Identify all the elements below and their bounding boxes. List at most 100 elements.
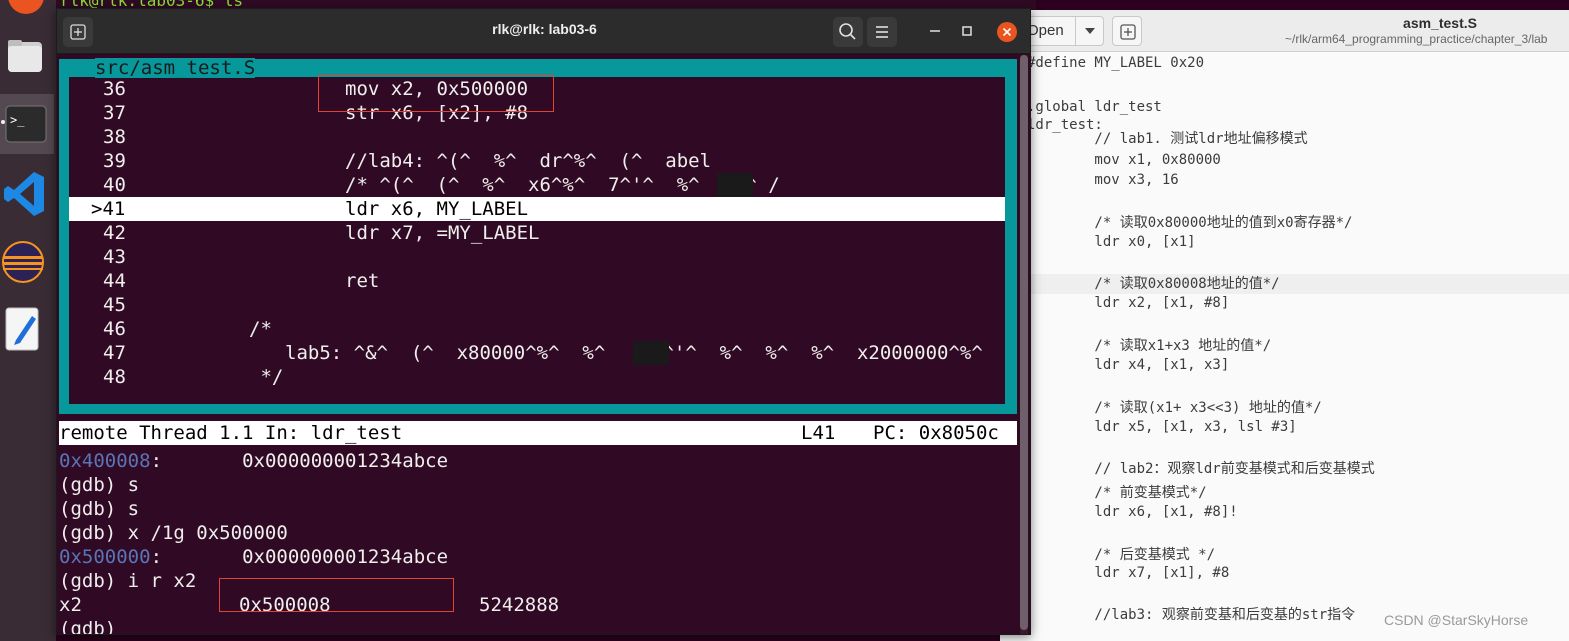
status-pc: PC: 0x8050c (873, 422, 999, 444)
search-button[interactable] (833, 17, 863, 47)
editor-line: ldr x4, [x1, x3] (1027, 357, 1230, 373)
new-tab-icon (1120, 24, 1136, 40)
console-line: x2 0x500008 5242888 (59, 593, 1017, 617)
source-line: >41 ldr x6, MY_LABEL (69, 197, 1005, 221)
open-button[interactable]: Open (1022, 16, 1104, 46)
editor-line: mov x1, 0x80000 (1027, 152, 1221, 168)
line-number: 47 (103, 342, 126, 364)
source-line: 43 (69, 245, 1005, 269)
console-line: 0x500000: 0x000000001234abce (59, 545, 1017, 569)
line-number: 46 (103, 318, 126, 340)
editor-line: /* 读取x1+x3 地址的值*/ (1027, 338, 1272, 354)
source-line: 38 (69, 125, 1005, 149)
gedit-window: Open asm_test.S ~/rlk/arm64_programming_… (1000, 10, 1569, 641)
minimize-button[interactable] (925, 21, 945, 41)
files-icon[interactable] (0, 30, 54, 90)
console-line: (gdb) s (59, 473, 1017, 497)
editor-line: ldr x7, [x1], #8 (1027, 565, 1230, 581)
source-line: 48 */ (69, 365, 1005, 389)
gedit-path: ~/rlk/arm64_programming_practice/chapter… (1285, 32, 1548, 46)
line-code: ldr x6, MY_LABEL (345, 198, 529, 220)
editor-line: // lab1. 测试ldr地址偏移模式 (1027, 131, 1308, 147)
console-line: (gdb) s (59, 497, 1017, 521)
editor-line: /* 读取0x80008地址的值*/ (1000, 274, 1569, 294)
menu-button[interactable] (867, 17, 897, 47)
redacted-block (717, 173, 753, 197)
close-button[interactable] (997, 22, 1017, 42)
console-address: 0x500000 (59, 546, 151, 568)
editor-line: ldr x6, [x1, #8]! (1027, 504, 1238, 520)
status-line: L41 (801, 422, 836, 444)
console-text: x2 (59, 594, 82, 616)
minimize-icon (930, 30, 940, 32)
line-number: 37 (103, 102, 126, 124)
terminal-window: rlk@rlk: lab03-6 36 mov x2, 0x500000 37 str… (56, 8, 1031, 635)
console-text: (gdb) (59, 618, 117, 635)
line-number: 36 (103, 78, 126, 100)
watermark: CSDN @StarSkyHorse (1384, 612, 1529, 628)
console-text: (gdb) s (59, 498, 140, 520)
source-line: 46 /* (69, 317, 1005, 341)
console-text: (gdb) x /1g 0x500000 (59, 522, 288, 544)
status-thread: remote Thread 1.1 In: ldr_test (59, 422, 403, 444)
source-listing[interactable]: 36 mov x2, 0x500000 37 str x6, [x2], #8 38 39… (69, 77, 1005, 404)
editor-line: /* 后变基模式 */ (1027, 547, 1216, 563)
console-text: (gdb) s (59, 474, 140, 496)
highlight-box-mov (318, 75, 554, 112)
source-line: 39 //lab4: ^(^ %^ dr^%^ (^ abel (69, 149, 1005, 173)
editor-line: ldr x5, [x1, x3, lsl #3] (1027, 419, 1297, 435)
line-number: 39 (103, 150, 126, 172)
editor-line: ldr x2, [x1, #8] (1027, 295, 1230, 311)
close-icon (1002, 27, 1012, 37)
console-text: (gdb) i r x2 (59, 570, 197, 592)
line-number: 43 (103, 246, 126, 268)
line-code: //lab4: ^(^ %^ dr^%^ (^ abel (345, 150, 712, 172)
console-line: 0x400008: 0x000000001234abce (59, 449, 1017, 473)
line-code: ret (345, 270, 380, 292)
terminal-body[interactable]: 36 mov x2, 0x500000 37 str x6, [x2], #8 38 39… (57, 55, 1030, 635)
gedit-title: asm_test.S (1403, 15, 1477, 31)
source-line: 47 lab5: ^&^ (^ x80000^%^ %^ ^'^ %^ %^ %^… (69, 341, 1005, 365)
editor-line: ldr x0, [x1] (1027, 234, 1196, 250)
line-code: /* (249, 318, 272, 340)
text-editor-icon[interactable] (0, 300, 54, 360)
line-number: 45 (103, 294, 126, 316)
console-line: (gdb) (59, 617, 1017, 635)
dock-top-app-icon[interactable] (8, 0, 44, 14)
line-number: >41 (91, 198, 126, 220)
terminal-icon[interactable]: >_ (0, 94, 54, 154)
dock: >_ (0, 0, 56, 641)
redacted-block (633, 341, 669, 365)
chevron-down-icon[interactable] (1085, 28, 1095, 34)
eclipse-icon[interactable] (0, 232, 54, 292)
editor-line: mov x3, 16 (1027, 172, 1179, 188)
scrollbar-thumb[interactable] (1020, 55, 1028, 630)
line-number: 38 (103, 126, 126, 148)
highlight-box-x2 (219, 578, 454, 612)
open-button-label: Open (1027, 22, 1064, 39)
line-code: ldr x7, =MY_LABEL (345, 222, 540, 244)
line-number: 40 (103, 174, 126, 196)
terminal-headerbar: rlk@rlk: lab03-6 (57, 9, 1030, 54)
gedit-text-view[interactable]: #define MY_LABEL 0x20 .global ldr_test ldr… (1000, 53, 1569, 641)
console-line: (gdb) x /1g 0x500000 (59, 521, 1017, 545)
console-text: : 0x000000001234abce (150, 450, 449, 472)
editor-line: /* 读取0x80000地址的值到x0寄存器*/ (1027, 215, 1353, 231)
register-decimal: 5242888 (479, 594, 560, 616)
search-icon (839, 23, 856, 40)
vscode-icon[interactable] (0, 164, 54, 224)
gedit-headerbar: Open asm_test.S ~/rlk/arm64_programming_… (1000, 10, 1569, 52)
maximize-button[interactable] (957, 21, 977, 41)
source-line: 42 ldr x7, =MY_LABEL (69, 221, 1005, 245)
line-code: */ (249, 366, 284, 388)
line-number: 48 (103, 366, 126, 388)
source-filename: src/asm_test.S (95, 57, 256, 79)
new-tab-button[interactable] (1112, 16, 1142, 46)
